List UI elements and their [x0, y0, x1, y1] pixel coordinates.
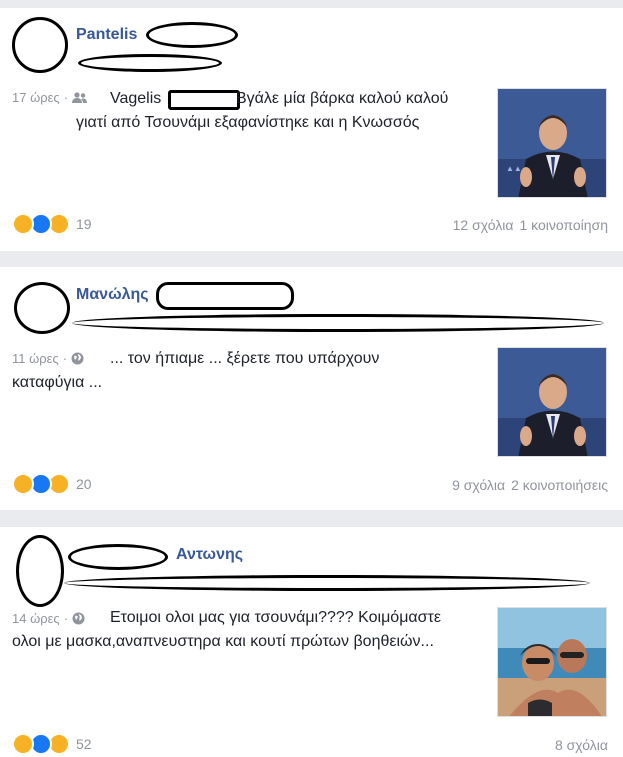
redacted-subtitle [78, 54, 222, 72]
post-1: Pantelis 17 ώρες · Vagelis Βγάλε μία βάρ… [0, 8, 623, 251]
post-meta: 14 ώρες · [12, 611, 85, 626]
globe-icon [72, 612, 85, 625]
post-meta: 17 ώρες · [12, 90, 88, 105]
post-text-line1: Ετοιμοι ολοι μας για τσουνάμι???? Κοιμόμ… [110, 609, 441, 626]
reaction-count: 20 [76, 476, 92, 492]
link-thumbnail[interactable] [497, 347, 607, 457]
meta-separator: · [63, 611, 69, 626]
avatar[interactable] [14, 282, 70, 334]
svg-text:▲▲: ▲▲ [506, 164, 522, 173]
couple-photo [498, 608, 606, 716]
globe-icon [71, 352, 84, 365]
friends-icon [72, 91, 88, 104]
post-text-line1: Βγάλε μία βάρκα καλού καλού [236, 90, 449, 107]
link-thumbnail[interactable]: ▲▲ [497, 88, 607, 198]
reaction-count: 52 [76, 736, 92, 752]
author-name[interactable]: Μανώλης [76, 286, 149, 304]
post-stats: 12 σχόλια 1 κοινοποίηση [453, 217, 608, 233]
post-time[interactable]: 14 ώρες [12, 611, 60, 626]
post-time[interactable]: 17 ώρες [12, 90, 60, 105]
redacted-firstname [68, 544, 168, 570]
avatar[interactable] [12, 17, 68, 73]
meta-separator: · [63, 90, 69, 105]
post-text-line1: ... τον ήπιαμε ... ξέρετε που υπάρχουν [110, 350, 380, 367]
speaker-image: ▲▲ [498, 89, 606, 197]
photo-thumbnail[interactable] [497, 607, 607, 717]
shares-link[interactable]: 2 κοινοποιήσεις [511, 477, 608, 493]
speaker-image [498, 348, 606, 456]
redacted-mention [168, 90, 240, 110]
post-2: Μανώλης 11 ώρες · ... τον ήπιαμε ... ξέρ… [0, 267, 623, 510]
reactions-summary[interactable]: 20 [12, 473, 92, 495]
comments-link[interactable]: 8 σχόλια [555, 737, 608, 753]
post-time[interactable]: 11 ώρες [12, 351, 59, 366]
avatar[interactable] [16, 535, 64, 607]
redacted-surname [146, 22, 238, 48]
author-name[interactable]: Αντωνης [176, 546, 243, 564]
reactions-summary[interactable]: 19 [12, 213, 92, 235]
post-3: Αντωνης 14 ώρες · Ετοιμοι ολοι μας για τ… [0, 527, 623, 757]
haha-icon [12, 473, 34, 495]
reactions-summary[interactable]: 52 [12, 733, 92, 755]
post-text: Vagelis [110, 88, 161, 110]
post-stats: 9 σχόλια 2 κοινοποιήσεις [452, 477, 608, 493]
post-text-line2: γιατί από Τσουνάμι εξαφανίστηκε και η Κν… [76, 114, 420, 131]
post-text-line2: καταφύγια ... [12, 374, 103, 391]
meta-separator: · [62, 351, 68, 366]
haha-icon [12, 213, 34, 235]
comments-link[interactable]: 12 σχόλια [453, 217, 514, 233]
post-text-line2: ολοι με μασκα,αναπνευστηρα και κουτί πρώ… [12, 633, 434, 650]
author-name[interactable]: Pantelis [76, 26, 137, 44]
redacted-subtitle [72, 314, 604, 332]
shares-link[interactable]: 1 κοινοποίηση [519, 217, 608, 233]
mention-name[interactable]: Vagelis [110, 90, 161, 107]
post-stats: 8 σχόλια [555, 737, 608, 753]
redacted-surname [156, 282, 294, 310]
post-meta: 11 ώρες · [12, 351, 84, 366]
haha-icon [12, 733, 34, 755]
comments-link[interactable]: 9 σχόλια [452, 477, 505, 493]
redacted-subtitle [64, 575, 590, 591]
reaction-count: 19 [76, 216, 92, 232]
